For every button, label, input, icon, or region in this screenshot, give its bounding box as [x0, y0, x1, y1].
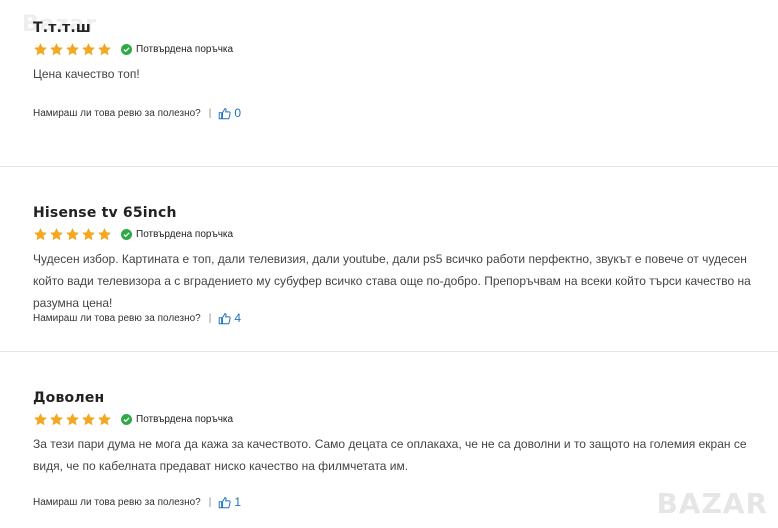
verified-label: Потвърдена поръчка	[136, 414, 234, 425]
helpful-question: Намираш ли това ревю за полезно?	[33, 496, 201, 508]
helpful-row: Намираш ли това ревю за полезно? | 0	[33, 106, 241, 120]
helpful-count[interactable]: 0	[234, 106, 241, 120]
star-icon	[50, 43, 63, 56]
thumbs-up-icon[interactable]	[218, 312, 231, 325]
review-text: За тези пари дума не мога да кажа за кач…	[33, 437, 747, 473]
star-rating	[33, 412, 112, 428]
review-text: Цена качество топ!	[33, 67, 140, 81]
helpful-row: Намираш ли това ревю за полезно? | 1	[33, 495, 241, 509]
star-icon	[98, 228, 111, 241]
divider	[0, 351, 778, 352]
check-circle-icon	[121, 414, 132, 425]
thumbs-up-icon[interactable]	[218, 107, 231, 120]
review-title: Т.т.т.ш	[33, 20, 92, 36]
star-icon	[66, 413, 79, 426]
helpful-question: Намираш ли това ревю за полезно?	[33, 107, 201, 119]
star-icon	[98, 413, 111, 426]
separator: |	[208, 496, 212, 508]
star-rating	[33, 42, 112, 58]
check-circle-icon	[121, 44, 132, 55]
review-title: Доволен	[33, 390, 105, 406]
bazar-watermark-logo: BAZAR	[656, 487, 768, 520]
helpful-question: Намираш ли това ревю за полезно?	[33, 312, 201, 324]
star-icon	[34, 228, 47, 241]
check-circle-icon	[121, 229, 132, 240]
verified-label: Потвърдена поръчка	[136, 229, 234, 240]
separator: |	[208, 107, 212, 119]
verified-order-badge: Потвърдена поръчка	[121, 44, 233, 55]
star-icon	[82, 228, 95, 241]
helpful-count[interactable]: 1	[234, 495, 241, 509]
star-rating	[33, 227, 112, 243]
star-icon	[34, 43, 47, 56]
star-icon	[98, 43, 111, 56]
star-icon	[34, 413, 47, 426]
review-title: Hisense tv 65inch	[33, 205, 177, 221]
thumbs-up-icon[interactable]	[218, 496, 231, 509]
star-icon	[82, 43, 95, 56]
helpful-row: Намираш ли това ревю за полезно? | 4	[33, 311, 241, 325]
verified-order-badge: Потвърдена поръчка	[121, 414, 233, 425]
star-icon	[66, 228, 79, 241]
star-icon	[50, 228, 63, 241]
separator: |	[208, 312, 212, 324]
divider	[0, 166, 778, 167]
star-icon	[82, 413, 95, 426]
verified-label: Потвърдена поръчка	[136, 44, 234, 55]
verified-order-badge: Потвърдена поръчка	[121, 229, 233, 240]
review-text: Чудесен избор. Картината е топ, дали тел…	[33, 252, 751, 310]
star-icon	[66, 43, 79, 56]
star-icon	[50, 413, 63, 426]
helpful-count[interactable]: 4	[234, 311, 241, 325]
